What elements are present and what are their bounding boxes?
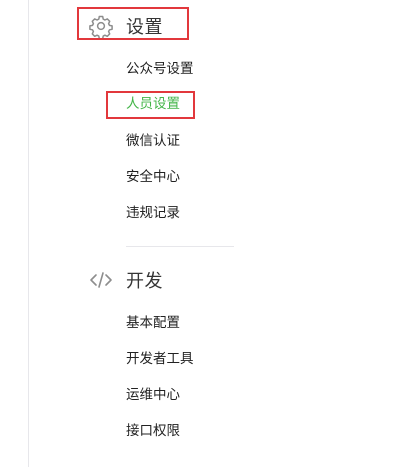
menu-item-basic-config[interactable]: 基本配置 bbox=[126, 313, 180, 333]
section-title-develop: 开发 bbox=[126, 271, 163, 292]
menu-item-api-permissions[interactable]: 接口权限 bbox=[126, 421, 180, 441]
menu-item-developer-tools[interactable]: 开发者工具 bbox=[126, 349, 194, 369]
sidebar-left-border bbox=[28, 0, 29, 467]
menu-item-wechat-verification[interactable]: 微信认证 bbox=[126, 131, 180, 151]
menu-item-account-settings[interactable]: 公众号设置 bbox=[126, 59, 194, 79]
highlight-box-settings bbox=[77, 7, 189, 40]
menu-item-violation-records[interactable]: 违规记录 bbox=[126, 203, 180, 223]
sidebar-menu: 设置 公众号设置 人员设置 微信认证 安全中心 违规记录 开发 基本配置 开发者… bbox=[0, 0, 420, 467]
section-divider bbox=[126, 246, 234, 247]
menu-item-ops-center[interactable]: 运维中心 bbox=[126, 385, 180, 405]
code-icon bbox=[88, 267, 114, 293]
menu-item-security-center[interactable]: 安全中心 bbox=[126, 167, 180, 187]
highlight-box-staff-settings bbox=[106, 91, 195, 119]
section-header-develop: 开发 bbox=[88, 265, 163, 295]
